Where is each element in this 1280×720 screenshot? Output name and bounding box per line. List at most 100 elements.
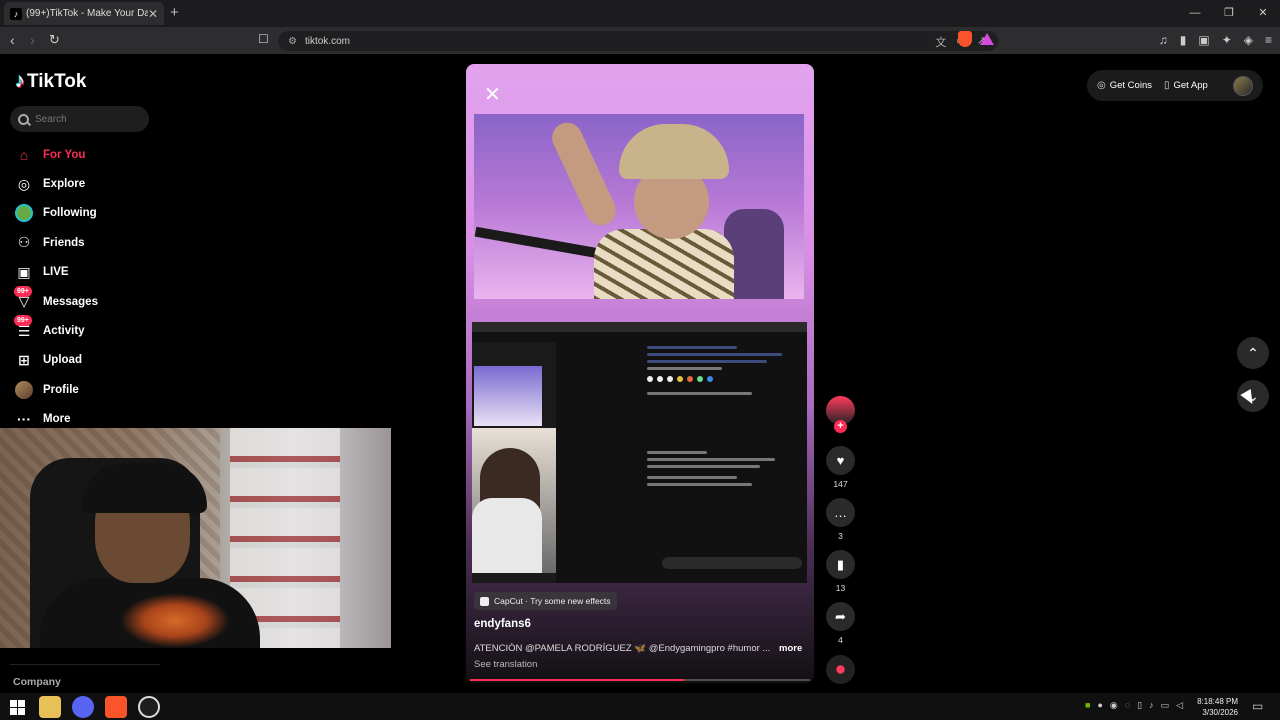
see-translation-link[interactable]: See translation xyxy=(474,659,537,670)
share-arrow-icon[interactable]: ➦ xyxy=(826,602,855,631)
sidebar-item-profile[interactable]: Profile xyxy=(14,375,164,404)
clock-date: 3/30/2026 xyxy=(1202,708,1238,717)
sidebar-item-upload[interactable]: ⊞ Upload xyxy=(14,346,164,375)
brave-rewards-icon[interactable] xyxy=(980,33,994,45)
tiktok-logo[interactable]: ♪ TikTok xyxy=(15,70,86,93)
sidebar-item-label: Messages xyxy=(43,295,98,308)
get-app-label: Get App xyxy=(1173,80,1208,91)
steam-tray-icon[interactable]: ◉ xyxy=(1110,700,1118,711)
sidebar-item-messages[interactable]: ▽ 99+ Messages xyxy=(14,285,164,316)
new-tab-button[interactable]: + xyxy=(170,4,179,21)
like-count: 147 xyxy=(833,479,848,489)
sidebar-item-explore[interactable]: ◎ Explore xyxy=(14,169,164,198)
tiktok-favicon-icon: ♪ xyxy=(10,7,22,20)
notification-icon[interactable]: ▭ xyxy=(1252,699,1263,713)
brave-browser-icon[interactable] xyxy=(105,696,127,718)
get-coins-label: Get Coins xyxy=(1109,80,1152,91)
restore-button[interactable]: ❐ xyxy=(1212,0,1246,27)
video-player[interactable]: ✕ CapCut · Try some new effects endyfans… xyxy=(466,64,814,683)
sidebar-item-label: Upload xyxy=(43,354,82,367)
close-window-button[interactable]: ✕ xyxy=(1246,0,1280,27)
company-link[interactable]: Company xyxy=(13,676,61,688)
webcam-overlay xyxy=(0,428,391,648)
sidebar-item-friends[interactable]: ⚇ Friends xyxy=(14,228,164,257)
translate-icon[interactable]: 文 xyxy=(935,34,946,50)
comment-icon[interactable]: … xyxy=(826,498,855,527)
get-coins-button[interactable]: ◎ Get Coins xyxy=(1097,80,1152,91)
start-button[interactable] xyxy=(6,696,28,718)
activity-icon: ☰ 99+ xyxy=(14,315,34,341)
video-frame-screen xyxy=(472,322,807,583)
header-actions: ◎ Get Coins ▯ Get App xyxy=(1087,70,1263,101)
obs-icon[interactable] xyxy=(138,696,160,718)
save-action: ▮ 13 xyxy=(826,550,855,593)
wallet-icon[interactable]: ▣ xyxy=(1198,33,1209,47)
sidebar-item-live[interactable]: ▣ LIVE xyxy=(14,258,164,287)
video-username[interactable]: endyfans6 xyxy=(474,618,531,630)
sidebar-item-activity[interactable]: ☰ 99+ Activity xyxy=(14,315,164,345)
capcut-effect-tag[interactable]: CapCut · Try some new effects xyxy=(474,592,617,610)
sidebar-item-label: Explore xyxy=(43,178,86,191)
brave-shields-icon[interactable] xyxy=(958,31,972,47)
nvidia-icon[interactable]: ■ xyxy=(1085,700,1090,711)
previous-video-button[interactable]: ⌃ xyxy=(1237,337,1269,369)
more-dots-icon: ··· xyxy=(17,411,31,428)
capcut-tag-text: CapCut · Try some new effects xyxy=(494,596,611,606)
messages-badge: 99+ xyxy=(14,285,32,297)
media-icon[interactable]: ♫ xyxy=(1159,33,1168,47)
address-bar[interactable]: ⚙ tiktok.com 文 ▭ ↗ xyxy=(278,31,998,51)
browser-tab-bar: ♪ (99+)TikTok - Make Your Day ✕ + — ❐ ✕ xyxy=(0,0,1280,27)
messages-icon: ▽ 99+ xyxy=(14,285,34,312)
chevron-up-icon: ⌃ xyxy=(1247,344,1259,361)
following-avatar-icon xyxy=(14,203,34,223)
caption-more-button[interactable]: more xyxy=(779,643,802,654)
windows-taskbar: ■ ● ◉ ◌ ▯ ♪ ▭ ◁ 8:18:48 PM 3/30/2026 ▭ xyxy=(0,693,1280,720)
share-action: ➦ 4 xyxy=(826,602,855,645)
leo-ai-icon[interactable]: ✦ xyxy=(1222,33,1232,47)
sidebar-toggle-icon[interactable]: ▮ xyxy=(1180,33,1187,47)
site-info-icon[interactable]: ⚙ xyxy=(288,36,297,47)
discord-tray-icon[interactable]: ● xyxy=(1097,700,1102,711)
coin-icon: ◎ xyxy=(1097,80,1106,91)
sidebar-item-label: LIVE xyxy=(43,266,69,279)
search-box[interactable] xyxy=(10,106,149,132)
bookmark-icon[interactable]: ▮ xyxy=(826,550,855,579)
close-tab-icon[interactable]: ✕ xyxy=(148,7,158,21)
video-progress-bar[interactable] xyxy=(470,679,810,681)
reload-icon[interactable]: ↻ xyxy=(49,32,60,48)
follow-plus-icon[interactable]: + xyxy=(834,420,847,433)
file-explorer-icon[interactable] xyxy=(39,696,61,718)
phone-icon: ▯ xyxy=(1163,80,1170,91)
volume-icon[interactable]: ◁ xyxy=(1176,700,1183,711)
menu-icon[interactable]: ≡ xyxy=(1265,33,1272,47)
network-icon[interactable]: ▭ xyxy=(1161,700,1170,711)
sidebar-divider xyxy=(10,664,160,665)
back-icon[interactable]: ‹ xyxy=(10,32,15,48)
sidebar-item-following[interactable]: Following xyxy=(14,199,164,228)
like-action: ♥ 147 xyxy=(826,446,855,489)
system-clock[interactable]: 8:18:48 PM 3/30/2026 xyxy=(1196,696,1238,718)
vpn-shield-icon[interactable]: ◈ xyxy=(1244,33,1253,47)
browser-toolbar: ‹ › ↻ ☐ ⚙ tiktok.com 文 ▭ ↗ ♫ ▮ ▣ ✦ ◈ ≡ xyxy=(0,27,1280,54)
sidebar-nav: ⌂ For You ◎ Explore Following ⚇ Friends … xyxy=(14,140,164,434)
discord-icon[interactable] xyxy=(72,696,94,718)
comment-action: … 3 xyxy=(826,498,855,541)
compass-icon: ◎ xyxy=(17,175,31,192)
comment-count: 3 xyxy=(838,531,843,541)
minimize-button[interactable]: — xyxy=(1178,0,1212,27)
microphone-icon[interactable]: ♪ xyxy=(1149,700,1154,711)
sidebar-item-for-you[interactable]: ⌂ For You xyxy=(14,140,164,169)
usb-icon[interactable]: ▯ xyxy=(1137,700,1142,711)
video-frame-streamer xyxy=(474,114,804,299)
user-avatar[interactable] xyxy=(1233,76,1253,96)
heart-icon[interactable]: ♥ xyxy=(826,446,855,475)
browser-tab[interactable]: ♪ (99+)TikTok - Make Your Day ✕ xyxy=(4,2,164,25)
music-disc-icon[interactable] xyxy=(826,655,855,684)
bookmark-icon[interactable]: ☐ xyxy=(258,32,269,46)
forward-icon[interactable]: › xyxy=(30,32,35,48)
window-controls: — ❐ ✕ xyxy=(1178,0,1280,27)
get-app-button[interactable]: ▯ Get App xyxy=(1164,80,1208,91)
tray-app-icon[interactable]: ◌ xyxy=(1125,700,1130,711)
search-input[interactable] xyxy=(35,113,135,125)
home-icon: ⌂ xyxy=(19,146,29,163)
